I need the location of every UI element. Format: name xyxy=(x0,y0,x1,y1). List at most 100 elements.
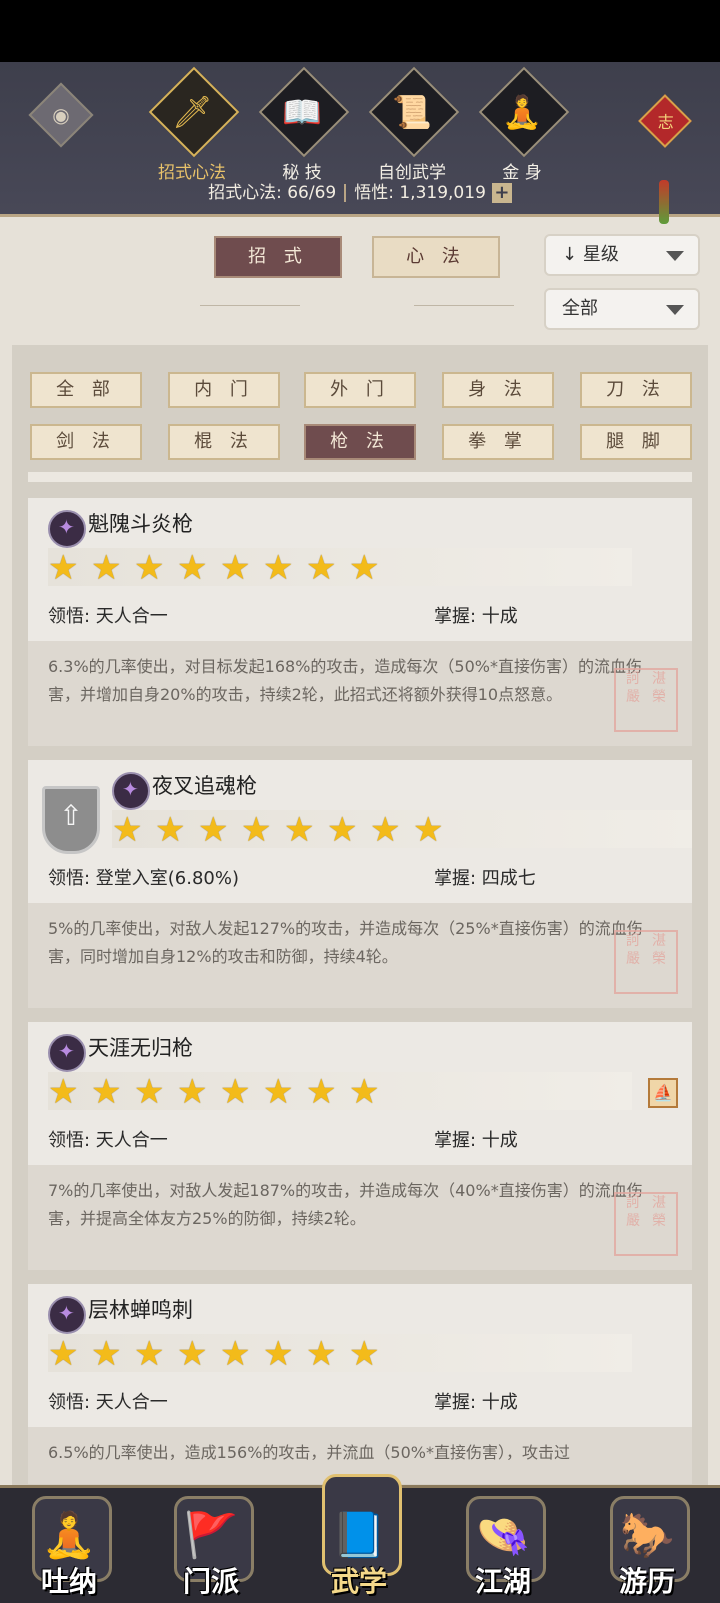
seg-moves[interactable]: 招 式 xyxy=(214,236,342,278)
filter-dropdown[interactable]: 全部 xyxy=(544,288,700,330)
sword-icon: 🗡 xyxy=(172,93,213,131)
star-icon: ★ xyxy=(91,1334,122,1374)
star-icon: ★ xyxy=(220,548,251,588)
add-insight-button[interactable]: + xyxy=(491,183,512,203)
star-rating: ★ ★ ★ ★ ★ ★ ★ ★ xyxy=(48,1074,392,1110)
tab-moves-mind[interactable]: 🗡 招式心法 xyxy=(140,66,240,183)
comprehension: 领悟: 登堂入室(6.80%) xyxy=(48,868,240,889)
star-rating: ★ ★ ★ ★ ★ ★ ★ ★ xyxy=(48,550,392,586)
star-rating: ★ ★ ★ ★ ★ ★ ★ ★ xyxy=(48,1336,392,1372)
boat-icon[interactable]: ⛵ xyxy=(648,1078,678,1108)
seal-stamp-icon: 訶湛嚴榮 xyxy=(614,668,678,732)
list-top-edge xyxy=(28,472,692,482)
skill-name: 层林蝉鸣刺 xyxy=(88,1298,193,1322)
nav-breathing[interactable]: 🧘 吐纳 xyxy=(22,1496,116,1598)
star-icon: ★ xyxy=(177,1334,208,1374)
seal-char: 湛 xyxy=(652,933,666,949)
spear-icon: ✦ xyxy=(48,1034,86,1072)
comprehension: 领悟: 天人合一 xyxy=(48,606,168,627)
category-movement[interactable]: 身 法 xyxy=(442,372,554,408)
comprehension: 领悟: 天人合一 xyxy=(48,1130,168,1151)
star-icon: ★ xyxy=(91,1072,122,1112)
skill-description: 5%的几率使出，对敌人发起127%的攻击，并造成每次（25%*直接伤害）的流血伤… xyxy=(48,919,643,966)
seal-char: 榮 xyxy=(652,951,666,967)
category-fist[interactable]: 拳 掌 xyxy=(442,424,554,460)
seg-mind[interactable]: 心 法 xyxy=(372,236,500,278)
nav-label: 门派 xyxy=(182,1565,239,1598)
chinese-knot-button[interactable]: 志 xyxy=(638,94,692,148)
skill-card[interactable]: ✦ 天涯无归枪 ★ ★ ★ ★ ★ ★ ★ ★ ⛵ 领悟: 天人合一 掌握: 十成 7%的几率… xyxy=(28,1022,692,1270)
seal-stamp-icon: 訶湛嚴榮 xyxy=(614,1192,678,1256)
manual-icon: 📘 xyxy=(331,1510,387,1561)
skill-card[interactable]: ✦ 魁隗斗炎枪 ★ ★ ★ ★ ★ ★ ★ ★ 领悟: 天人合一 掌握: 十成 6.3%的几率… xyxy=(28,498,692,746)
star-icon: ★ xyxy=(349,548,380,588)
seal-char: 訶 xyxy=(626,1195,640,1211)
nav-label: 武学 xyxy=(330,1565,387,1598)
upgrade-arrow-icon[interactable]: ⇧ xyxy=(42,786,100,854)
category-staff[interactable]: 棍 法 xyxy=(168,424,280,460)
star-icon: ★ xyxy=(134,548,165,588)
star-icon: ★ xyxy=(284,810,315,850)
seal-char: 榮 xyxy=(652,689,666,705)
spear-icon: ✦ xyxy=(48,510,86,548)
sort-dropdown[interactable]: ↓ 星级 xyxy=(544,234,700,276)
spear-icon: ✦ xyxy=(112,772,150,810)
mastery: 掌握: 十成 xyxy=(434,1392,518,1413)
seal-char: 訶 xyxy=(626,933,640,949)
nav-sect[interactable]: 🚩 门派 xyxy=(164,1496,258,1598)
top-nav-bar: ◉ 🗡 招式心法 📖 秘 技 📜 自创武学 🧘 金 身 志 招式心法: 66/6… xyxy=(0,62,720,224)
category-blade[interactable]: 刀 法 xyxy=(580,372,692,408)
eye-icon: ◉ xyxy=(52,103,70,127)
category-all[interactable]: 全 部 xyxy=(30,372,142,408)
star-icon: ★ xyxy=(48,1334,79,1374)
star-icon: ★ xyxy=(134,1334,165,1374)
category-sword[interactable]: 剑 法 xyxy=(30,424,142,460)
tab-secret-skills[interactable]: 📖 秘 技 xyxy=(250,66,350,183)
nav-label: 江湖 xyxy=(474,1565,531,1598)
skill-card[interactable]: ✦ 层林蝉鸣刺 ★ ★ ★ ★ ★ ★ ★ ★ 领悟: 天人合一 掌握: 十成 6.5%的几率… xyxy=(28,1284,692,1484)
bottom-nav: 🧘 吐纳 🚩 门派 📘 武学 👒 江湖 🐎 游历 xyxy=(0,1474,720,1603)
star-icon: ★ xyxy=(220,1072,251,1112)
star-icon: ★ xyxy=(327,810,358,850)
spear-icon: ✦ xyxy=(48,1296,86,1334)
nav-jianghu[interactable]: 👒 江湖 xyxy=(456,1496,550,1598)
star-icon: ★ xyxy=(91,548,122,588)
skill-description: 6.5%的几率使出，造成156%的攻击，并流血（50%*直接伤害），攻击过 xyxy=(48,1443,570,1462)
monk-icon: 🧘 xyxy=(41,1510,97,1561)
skill-card[interactable]: ⇧ ✦ 夜叉追魂枪 ★ ★ ★ ★ ★ ★ ★ ★ 领悟: 登堂入室(6.80%) 掌握: 四… xyxy=(28,760,692,1008)
star-icon: ★ xyxy=(112,810,143,850)
star-icon: ★ xyxy=(263,1072,294,1112)
divider xyxy=(200,305,300,306)
star-icon: ★ xyxy=(241,810,272,850)
status-bar xyxy=(0,0,720,62)
eye-toggle-button[interactable]: ◉ xyxy=(28,82,94,148)
chevron-down-icon xyxy=(666,251,684,261)
tab-golden-body[interactable]: 🧘 金 身 xyxy=(470,66,570,183)
category-inner[interactable]: 内 门 xyxy=(168,372,280,408)
tab-self-created[interactable]: 📜 自创武学 xyxy=(360,66,460,183)
knot-icon: 志 xyxy=(657,112,674,132)
mastery: 掌握: 十成 xyxy=(434,1130,518,1151)
category-spear[interactable]: 枪 法 xyxy=(304,424,416,460)
skill-description-box: 7%的几率使出，对敌人发起187%的攻击，并造成每次（40%*直接伤害）的流血伤… xyxy=(28,1165,692,1270)
skill-description: 7%的几率使出，对敌人发起187%的攻击，并造成每次（40%*直接伤害）的流血伤… xyxy=(48,1181,643,1228)
star-icon: ★ xyxy=(155,810,186,850)
nav-martial-arts[interactable]: 📘 武学 xyxy=(312,1474,406,1598)
divider xyxy=(344,184,347,202)
category-outer[interactable]: 外 门 xyxy=(304,372,416,408)
nav-travel[interactable]: 🐎 游历 xyxy=(600,1496,694,1598)
nav-label: 游历 xyxy=(618,1565,675,1598)
category-leg[interactable]: 腿 脚 xyxy=(580,424,692,460)
horse-icon: 🐎 xyxy=(619,1510,675,1561)
sort-value: 星级 xyxy=(582,244,619,265)
star-icon: ★ xyxy=(263,1334,294,1374)
skill-name: 魁隗斗炎枪 xyxy=(88,512,193,536)
star-icon: ★ xyxy=(413,810,444,850)
seal-char: 嚴 xyxy=(626,1213,640,1229)
star-rating: ★ ★ ★ ★ ★ ★ ★ ★ xyxy=(112,812,456,848)
star-icon: ★ xyxy=(370,810,401,850)
moves-count: 招式心法: 66/69 xyxy=(208,183,337,203)
seal-char: 嚴 xyxy=(626,951,640,967)
comprehension: 领悟: 天人合一 xyxy=(48,1392,168,1413)
star-icon: ★ xyxy=(349,1334,380,1374)
